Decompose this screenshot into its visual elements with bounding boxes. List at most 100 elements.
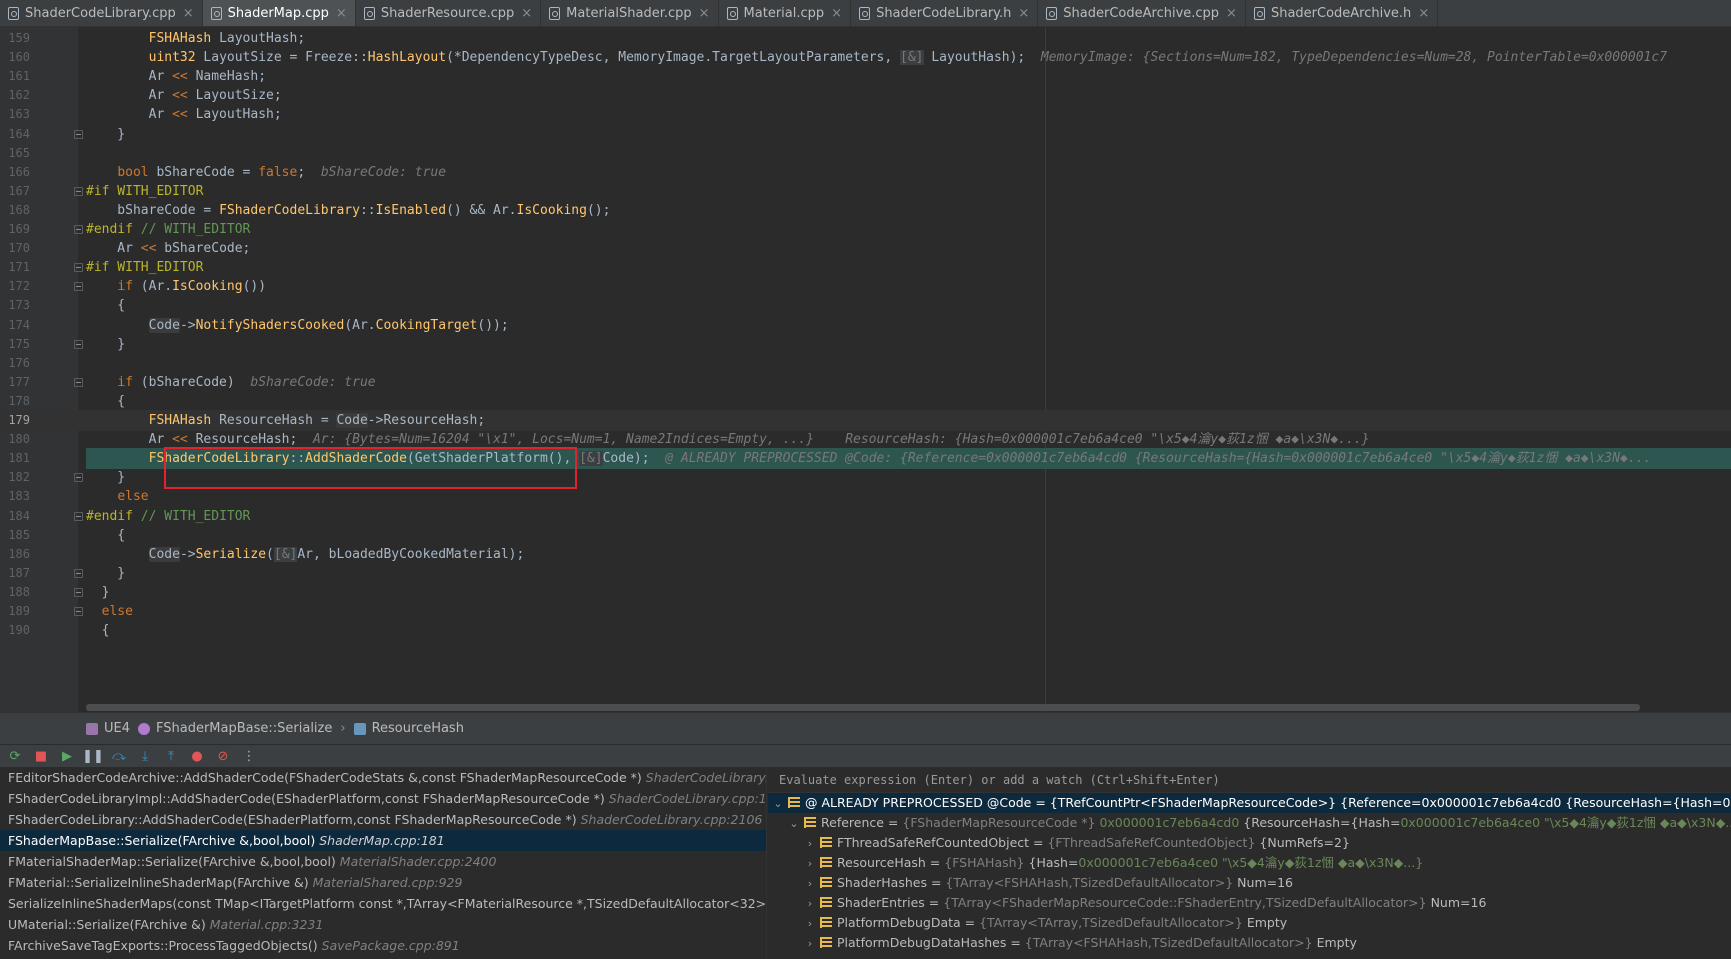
fold-toggle-icon[interactable] <box>74 129 83 139</box>
code-line[interactable]: 178 { <box>0 391 1731 412</box>
line-number[interactable]: 188 <box>0 582 30 603</box>
code-text[interactable]: bShareCode = FShaderCodeLibrary::IsEnabl… <box>86 200 1731 221</box>
stop-icon[interactable]: ■ <box>28 746 54 766</box>
line-number[interactable]: 185 <box>0 525 30 546</box>
code-text[interactable]: } <box>86 582 1731 603</box>
fold-toggle-icon[interactable] <box>74 186 83 196</box>
code-line[interactable]: 182 } <box>0 467 1731 488</box>
line-number[interactable]: 175 <box>0 334 30 355</box>
code-text[interactable]: { <box>86 295 1731 316</box>
step-over-icon[interactable]: ⤼ <box>106 746 132 766</box>
fold-toggle-icon[interactable] <box>74 607 83 616</box>
call-stack-frame[interactable]: FMaterialShaderMap::Serialize(FArchive &… <box>0 851 766 872</box>
code-text[interactable]: Ar << LayoutHash; <box>86 104 1731 125</box>
close-icon[interactable]: × <box>183 6 194 21</box>
code-text[interactable]: bool bShareCode = false; bShareCode: tru… <box>86 162 1731 183</box>
fold-toggle-icon[interactable] <box>74 282 83 292</box>
rerun-icon[interactable]: ⟳ <box>2 746 28 766</box>
chevron-down-icon[interactable]: ⌄ <box>772 794 784 813</box>
code-line[interactable]: 162 Ar << LayoutSize; <box>0 85 1731 106</box>
code-line[interactable]: 174 Code->NotifyShadersCooked(Ar.Cooking… <box>0 315 1731 336</box>
line-number[interactable]: 183 <box>0 486 30 507</box>
code-text[interactable]: FSHAHash ResourceHash = Code->ResourceHa… <box>86 410 1731 431</box>
line-number[interactable]: 159 <box>0 28 30 49</box>
watch-row[interactable]: › PlatformDebugData = {TArray<TArray,TSiz… <box>768 913 1731 933</box>
more-icon[interactable]: ⋮ <box>236 746 262 766</box>
line-number[interactable]: 171 <box>0 257 30 278</box>
chevron-right-icon[interactable]: › <box>804 854 816 873</box>
code-line[interactable]: 188 } <box>0 582 1731 603</box>
code-text[interactable]: uint32 LayoutSize = Freeze::HashLayout(*… <box>86 47 1731 68</box>
line-number[interactable]: 166 <box>0 162 30 183</box>
watch-row[interactable]: › ShaderEntries = {TArray<FShaderMapResou… <box>768 893 1731 913</box>
code-line[interactable]: 159 FSHAHash LayoutHash; <box>0 28 1731 49</box>
code-text[interactable]: { <box>86 391 1731 412</box>
watch-row[interactable]: › FThreadSafeRefCountedObject = {FThreadS… <box>768 833 1731 853</box>
line-number[interactable]: 180 <box>0 429 30 450</box>
code-line[interactable]: 175 } <box>0 334 1731 355</box>
close-icon[interactable]: × <box>521 6 532 21</box>
line-number[interactable]: 164 <box>0 124 30 145</box>
code-line[interactable]: 169 #endif // WITH_EDITOR <box>0 219 1731 240</box>
code-line[interactable]: 180 Ar << ResourceHash; Ar: {Bytes=Num=1… <box>0 429 1731 450</box>
breadcrumb-item-function[interactable]: FShaderMapBase::Serialize <box>138 721 332 736</box>
code-text[interactable]: { <box>86 525 1731 546</box>
fold-toggle-icon[interactable] <box>74 568 83 578</box>
code-line[interactable]: 184 #endif // WITH_EDITOR <box>0 506 1731 527</box>
tab-shadercodearchive-cpp[interactable]: ShaderCodeArchive.cpp × <box>1038 0 1246 26</box>
line-number[interactable]: 181 <box>0 448 30 469</box>
call-stack-frame[interactable]: FShaderMapBase::Serialize(FArchive &,boo… <box>0 830 766 851</box>
line-number[interactable]: 184 <box>0 506 30 527</box>
tab-material-cpp[interactable]: Material.cpp × <box>719 0 852 26</box>
call-stack-frame[interactable]: SerializeInlineShaderMaps(const TMap<ITa… <box>0 893 766 914</box>
watch-row[interactable]: ⌄ @ ALREADY PREPROCESSED @Code = {TRefCou… <box>768 793 1731 813</box>
code-line[interactable]: 183 else <box>0 486 1731 507</box>
watch-row[interactable]: › ResourceHash = {FSHAHash} {Hash=0x00000… <box>768 853 1731 873</box>
line-number[interactable]: 187 <box>0 563 30 584</box>
pause-icon[interactable]: ❚❚ <box>80 746 106 766</box>
line-number[interactable]: 179 <box>0 410 30 431</box>
tab-shadercodearchive-h[interactable]: ShaderCodeArchive.h × <box>1246 0 1439 26</box>
code-text[interactable]: if (Ar.IsCooking()) <box>86 276 1731 297</box>
watch-row[interactable]: ⌄ Reference = {FShaderMapResourceCode *} … <box>768 813 1731 833</box>
code-line[interactable]: 171 #if WITH_EDITOR <box>0 257 1731 278</box>
code-line[interactable]: 166 bool bShareCode = false; bShareCode:… <box>0 162 1731 183</box>
code-text[interactable]: #endif // WITH_EDITOR <box>86 506 1731 527</box>
watch-row[interactable]: › PlatformDebugDataHashes = {TArray<FSHAH… <box>768 933 1731 953</box>
code-text[interactable]: Ar << LayoutSize; <box>86 85 1731 106</box>
close-icon[interactable]: × <box>1418 6 1429 21</box>
chevron-right-icon[interactable]: › <box>804 914 816 933</box>
line-number[interactable]: 176 <box>0 353 30 374</box>
code-text[interactable]: #if WITH_EDITOR <box>86 257 1731 278</box>
code-text[interactable]: } <box>86 563 1731 584</box>
call-stack-frame[interactable]: FMaterial::SerializeInlineShaderMap(FArc… <box>0 872 766 893</box>
breadcrumb-item-project[interactable]: UE4 <box>86 721 130 736</box>
code-text[interactable]: Code->Serialize([&]Ar, bLoadedByCookedMa… <box>86 544 1731 565</box>
chevron-right-icon[interactable]: › <box>804 934 816 953</box>
code-line[interactable]: 190 { <box>0 620 1731 641</box>
call-stack-frame[interactable]: FArchiveSaveTagExports::ProcessTaggedObj… <box>0 935 766 956</box>
chevron-down-icon[interactable]: ⌄ <box>788 814 800 833</box>
code-text[interactable]: #endif // WITH_EDITOR <box>86 219 1731 240</box>
step-out-icon[interactable]: ⤒ <box>158 746 184 766</box>
watch-row[interactable]: › ShaderHashes = {TArray<FSHAHash,TSizedD… <box>768 873 1731 893</box>
tab-materialshader-cpp[interactable]: MaterialShader.cpp × <box>541 0 719 26</box>
fold-toggle-icon[interactable] <box>74 339 83 349</box>
code-text[interactable]: Code->NotifyShadersCooked(Ar.CookingTarg… <box>86 315 1731 336</box>
tab-shaderresource-cpp[interactable]: ShaderResource.cpp × <box>356 0 542 26</box>
call-stack-frame[interactable]: UMaterial::Serialize(FArchive &) Material… <box>0 914 766 935</box>
close-icon[interactable]: × <box>1018 6 1029 21</box>
code-text[interactable]: #if WITH_EDITOR <box>86 181 1731 202</box>
code-line[interactable]: 177 if (bShareCode) bShareCode: true <box>0 372 1731 393</box>
code-text[interactable]: } <box>86 334 1731 355</box>
line-number[interactable]: 178 <box>0 391 30 412</box>
line-number[interactable]: 168 <box>0 200 30 221</box>
chevron-right-icon[interactable]: › <box>804 834 816 853</box>
chevron-right-icon[interactable]: › <box>804 894 816 913</box>
code-line[interactable]: 170 Ar << bShareCode; <box>0 238 1731 259</box>
call-stack-frame[interactable]: FEditorShaderCodeArchive::AddShaderCode(… <box>0 767 766 788</box>
close-icon[interactable]: × <box>831 6 842 21</box>
mute-breakpoints-icon[interactable]: ⊘ <box>210 746 236 766</box>
line-number[interactable]: 160 <box>0 47 30 68</box>
code-text[interactable]: FSHAHash LayoutHash; <box>86 28 1731 49</box>
